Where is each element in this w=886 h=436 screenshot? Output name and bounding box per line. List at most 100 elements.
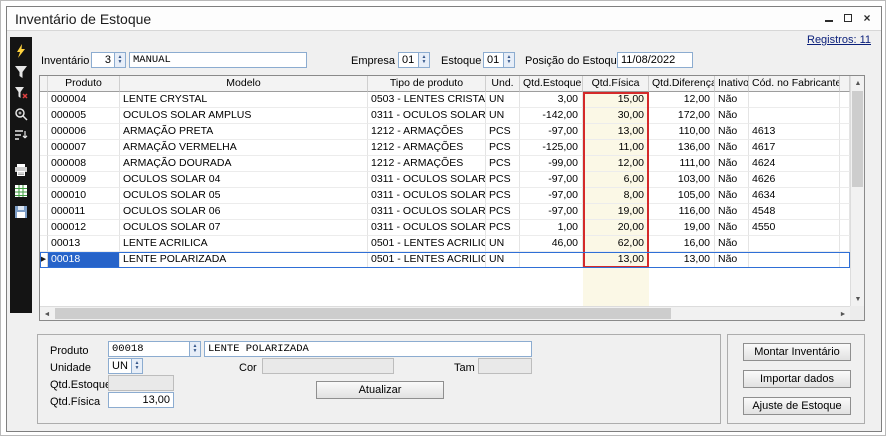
cell[interactable]: OCULOS SOLAR 05 [120,188,368,204]
table-row[interactable]: 000006ARMAÇÃO PRETA1212 - ARMAÇÕESPCS-97… [40,124,850,140]
cell[interactable]: 000010 [48,188,120,204]
atualizar-button[interactable]: Atualizar [316,381,444,399]
cell[interactable]: -97,00 [520,204,583,220]
cell[interactable]: 12,00 [649,92,715,108]
tam-input[interactable] [478,358,532,374]
table-row[interactable]: 00013LENTE ACRILICA0501 - LENTES ACRILIC… [40,236,850,252]
zoom-icon[interactable] [11,103,31,124]
posicao-estoque-input[interactable] [617,52,693,68]
cell[interactable]: PCS [486,220,520,236]
col-header-c-d-no-fabricante[interactable]: Cód. no Fabricante [749,76,840,92]
cell[interactable]: 000007 [48,140,120,156]
horizontal-scroll-thumb[interactable] [55,308,671,319]
empresa-input[interactable] [398,52,419,68]
cell[interactable]: 16,00 [649,236,715,252]
cell[interactable]: 4617 [749,140,840,156]
scroll-down-icon[interactable]: ▼ [851,292,865,306]
cell[interactable]: LENTE POLARIZADA [120,252,368,268]
minimize-icon[interactable] [823,12,835,23]
cell[interactable] [749,236,840,252]
vertical-scroll-thumb[interactable] [852,91,863,187]
estoque-input[interactable] [483,52,504,68]
table-row[interactable]: 000012OCULOS SOLAR 070311 - OCULOS SOLAR… [40,220,850,236]
save-icon[interactable] [11,201,31,222]
cell[interactable]: PCS [486,156,520,172]
sort-icon[interactable] [11,124,31,145]
cell[interactable]: 13,00 [649,252,715,268]
cell[interactable]: 12,00 [583,156,649,172]
cell[interactable]: 111,00 [649,156,715,172]
cell[interactable]: 172,00 [649,108,715,124]
cell[interactable]: 00018 [48,252,120,268]
cell[interactable]: 000005 [48,108,120,124]
cell[interactable]: PCS [486,140,520,156]
cell[interactable]: 0311 - OCULOS SOLAR DIVER [368,108,486,124]
print-icon[interactable] [11,159,31,180]
cell[interactable]: 000008 [48,156,120,172]
cell[interactable]: 0311 - OCULOS SOLAR DIVER [368,188,486,204]
cell[interactable]: 000009 [48,172,120,188]
cell[interactable] [749,92,840,108]
inventario-name-input[interactable] [129,52,307,68]
cell[interactable]: ARMAÇÃO PRETA [120,124,368,140]
cell[interactable]: Não [715,204,749,220]
cell[interactable]: 000006 [48,124,120,140]
table-row[interactable]: 000005OCULOS SOLAR AMPLUS0311 - OCULOS S… [40,108,850,124]
cell[interactable]: 116,00 [649,204,715,220]
cell[interactable]: 0311 - OCULOS SOLAR DIVER [368,204,486,220]
lightning-icon[interactable] [11,40,31,61]
cell[interactable]: Não [715,236,749,252]
inventario-spinner[interactable]: ▲▼ [115,52,126,68]
cell[interactable]: 4550 [749,220,840,236]
cell[interactable]: 000012 [48,220,120,236]
cell[interactable]: Não [715,220,749,236]
cell[interactable]: 4626 [749,172,840,188]
cell[interactable]: OCULOS SOLAR 06 [120,204,368,220]
cell[interactable]: 3,00 [520,92,583,108]
unidade-spinner[interactable]: ▲▼ [132,358,143,374]
cell[interactable]: 62,00 [583,236,649,252]
cell[interactable]: 11,00 [583,140,649,156]
cell[interactable]: Não [715,156,749,172]
table-row[interactable]: 000007ARMAÇÃO VERMELHA1212 - ARMAÇÕESPCS… [40,140,850,156]
cell[interactable]: 1212 - ARMAÇÕES [368,124,486,140]
cell[interactable]: ARMAÇÃO DOURADA [120,156,368,172]
cell[interactable]: 6,00 [583,172,649,188]
cell[interactable]: 30,00 [583,108,649,124]
cell[interactable]: Não [715,172,749,188]
cell[interactable]: UN [486,252,520,268]
qtd-estoque-input[interactable] [108,375,174,391]
cell[interactable]: -97,00 [520,124,583,140]
cell[interactable]: 000004 [48,92,120,108]
cell[interactable]: 103,00 [649,172,715,188]
clear-filter-icon[interactable] [11,82,31,103]
cell[interactable]: 0311 - OCULOS SOLAR DIVER [368,172,486,188]
col-header-qtd-diferen-a[interactable]: Qtd.Diferença [649,76,715,92]
cell[interactable]: Não [715,108,749,124]
restore-icon[interactable] [842,12,854,23]
cell[interactable]: 1212 - ARMAÇÕES [368,140,486,156]
estoque-spinner[interactable]: ▲▼ [504,52,515,68]
cor-input[interactable] [262,358,394,374]
produto-code-input[interactable] [108,341,190,357]
unidade-input[interactable] [108,358,132,374]
produto-desc-input[interactable] [204,341,532,357]
cell[interactable]: LENTE CRYSTAL [120,92,368,108]
cell[interactable]: -125,00 [520,140,583,156]
inventario-input[interactable] [91,52,115,68]
cell[interactable]: -142,00 [520,108,583,124]
cell[interactable]: UN [486,108,520,124]
cell[interactable]: 0503 - LENTES CRISTAL [368,92,486,108]
scroll-right-icon[interactable]: ► [836,307,850,321]
scroll-up-icon[interactable]: ▲ [851,76,865,90]
cell[interactable] [749,252,840,268]
cell[interactable]: 0311 - OCULOS SOLAR DIVER [368,220,486,236]
cell[interactable]: Não [715,252,749,268]
cell[interactable]: 8,00 [583,188,649,204]
col-header-und-[interactable]: Und. [486,76,520,92]
cell[interactable]: 0501 - LENTES ACRILICAS [368,236,486,252]
table-row[interactable]: 000011OCULOS SOLAR 060311 - OCULOS SOLAR… [40,204,850,220]
cell[interactable]: 4548 [749,204,840,220]
cell[interactable]: Não [715,92,749,108]
vertical-scrollbar[interactable]: ▲ ▼ [850,76,864,306]
